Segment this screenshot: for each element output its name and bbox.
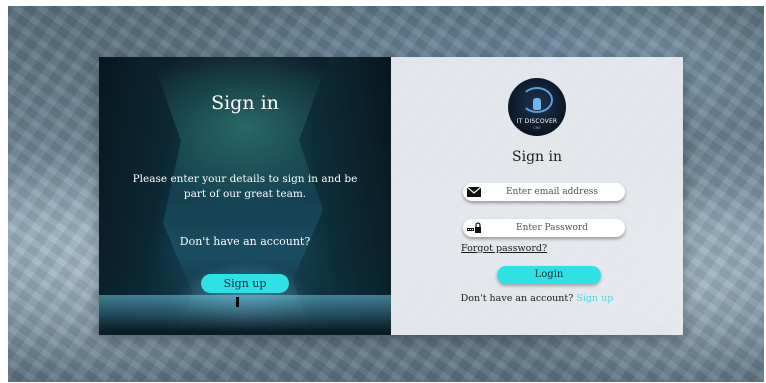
form-title: Sign in [512,149,562,165]
no-account-text: Don't have an account? [179,235,311,248]
forgot-password-link[interactable]: Forgot password? [461,243,547,254]
logo-hand-icon [533,98,541,110]
background-photo: Sign in Please enter your details to sig… [8,6,764,382]
welcome-panel: Sign in Please enter your details to sig… [99,57,391,335]
key-lock-icon [467,222,481,233]
login-button[interactable]: Login [497,266,601,284]
welcome-title: Sign in [211,92,279,114]
ground-glow [99,295,391,335]
signup-prompt: Don't have an account? Sign up [391,293,683,304]
logo-subtext: CHE [533,126,541,130]
password-field [463,219,625,237]
logo-text: IT DISCOVER [516,118,558,125]
password-input[interactable] [487,219,617,237]
email-input[interactable] [487,183,617,201]
envelope-icon [467,186,481,197]
welcome-description: Please enter your details to sign in and… [132,173,358,200]
login-form-panel: IT DISCOVER CHE Sign in Enter email addr… [391,57,683,335]
signup-button[interactable]: Sign up [201,274,289,293]
it-discover-logo: IT DISCOVER CHE [508,78,566,136]
signin-card: Sign in Please enter your details to sig… [99,57,683,335]
signup-link[interactable]: Sign up [576,293,613,304]
signup-prompt-text: Don't have an account? [460,293,574,304]
email-field [463,183,625,201]
person-silhouette [236,297,239,307]
